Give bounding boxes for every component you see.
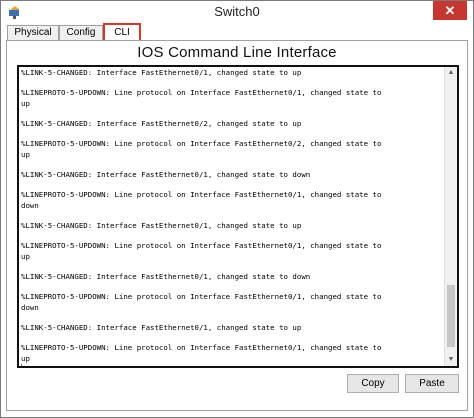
console-line: up	[21, 353, 30, 363]
paste-button[interactable]: Paste	[405, 374, 459, 393]
console-line: up	[21, 149, 30, 159]
console-line: %LINK-5-CHANGED: Interface FastEthernet0…	[21, 170, 311, 180]
console-line: %LINK-5-CHANGED: Interface FastEthernet0…	[21, 323, 302, 333]
cli-console[interactable]: %LINK-5-CHANGED: Interface FastEthernet0…	[17, 65, 459, 368]
console-line: %LINEPROTO-5-UPDOWN: Line protocol on In…	[21, 190, 382, 200]
tab-physical[interactable]: Physical	[7, 25, 59, 40]
window-title: Switch0	[214, 4, 260, 19]
console-line: %LINK-5-CHANGED: Interface FastEthernet0…	[21, 272, 311, 282]
console-line: down	[21, 200, 39, 210]
scrollbar-thumb[interactable]	[447, 285, 455, 347]
console-scrollbar[interactable]: ▲ ▼	[444, 67, 457, 366]
console-line: %LINK-5-CHANGED: Interface FastEthernet0…	[21, 68, 302, 77]
console-output: %LINK-5-CHANGED: Interface FastEthernet0…	[21, 68, 443, 366]
copy-button[interactable]: Copy	[347, 374, 399, 393]
console-line: %LINK-5-CHANGED: Interface FastEthernet0…	[21, 119, 302, 129]
console-line: %LINEPROTO-5-UPDOWN: Line protocol on In…	[21, 292, 382, 302]
tab-config[interactable]: Config	[59, 25, 103, 40]
title-bar: Switch0 ✕	[1, 1, 473, 23]
switch-window: Switch0 ✕ Physical Config CLI IOS Comman…	[0, 0, 474, 418]
console-line: %LINEPROTO-5-UPDOWN: Line protocol on In…	[21, 241, 382, 251]
console-line: %LINEPROTO-5-UPDOWN: Line protocol on In…	[21, 139, 382, 149]
console-line: up	[21, 251, 30, 261]
console-line: %LINEPROTO-5-UPDOWN: Line protocol on In…	[21, 88, 382, 98]
console-line: %LINEPROTO-5-UPDOWN: Line protocol on In…	[21, 343, 382, 353]
close-button[interactable]: ✕	[433, 1, 467, 20]
page-title: IOS Command Line Interface	[137, 44, 337, 61]
scroll-up-icon[interactable]: ▲	[445, 67, 457, 79]
console-line: down	[21, 302, 39, 312]
console-cursor: ▏	[21, 364, 443, 366]
scroll-down-icon[interactable]: ▼	[445, 354, 457, 366]
console-line: %LINK-5-CHANGED: Interface FastEthernet0…	[21, 221, 302, 231]
console-line: up	[21, 98, 30, 108]
